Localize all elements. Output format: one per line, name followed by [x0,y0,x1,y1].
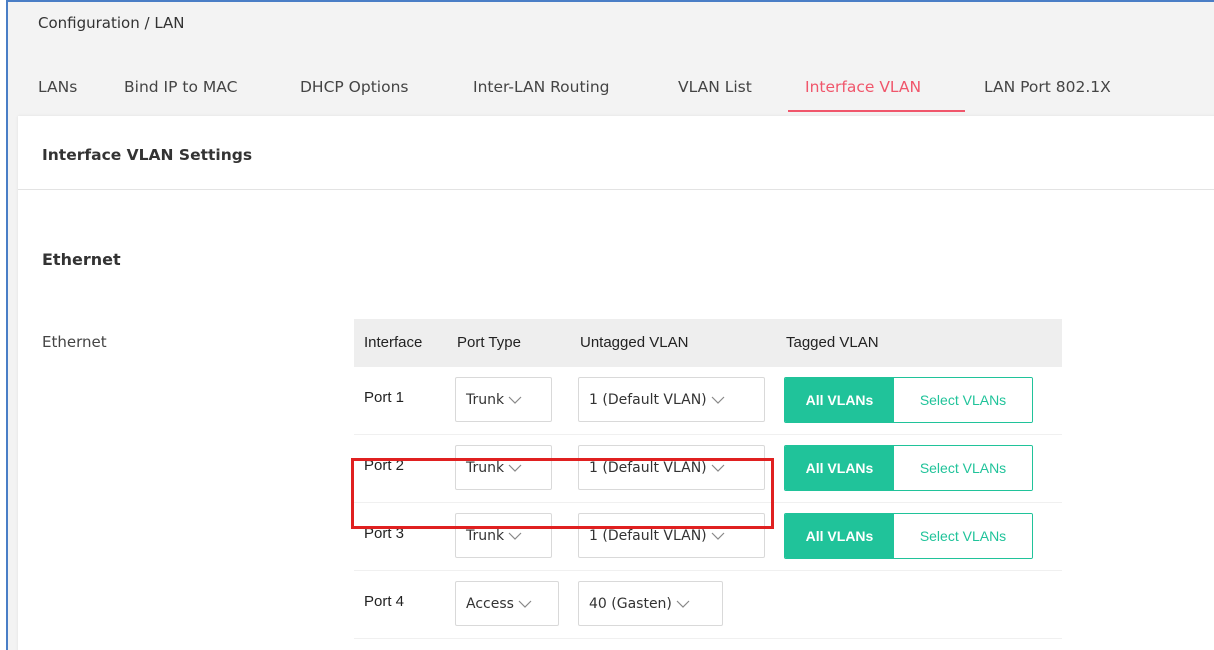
port-type-select[interactable]: Trunk [455,377,552,422]
app-frame: Configuration / LAN LANs Bind IP to MAC … [6,0,1214,650]
card-title: Interface VLAN Settings [42,146,253,164]
all-vlans-button[interactable]: All VLANs [785,514,894,558]
field-label-ethernet: Ethernet [42,333,107,351]
column-header-port-type: Port Type [457,334,521,351]
column-header-interface: Interface [364,334,423,351]
tab-lan-port-8021x[interactable]: LAN Port 802.1X [984,78,1111,96]
tab-interface-vlan[interactable]: Interface VLAN [805,78,921,96]
section-title: Ethernet [42,250,121,269]
tagged-vlan-toggle: All VLANs Select VLANs [784,513,1033,559]
column-header-tagged-vlan: Tagged VLAN [786,334,879,351]
chevron-down-icon [508,396,522,404]
chevron-down-icon [508,532,522,540]
untagged-vlan-value: 40 (Gasten) [589,595,672,612]
chevron-down-icon [711,396,725,404]
active-tab-indicator [788,110,965,112]
tab-lans[interactable]: LANs [38,78,77,96]
untagged-vlan-select[interactable]: 1 (Default VLAN) [578,377,765,422]
column-header-untagged-vlan: Untagged VLAN [580,334,689,351]
port-type-value: Trunk [466,391,505,408]
interface-name: Port 1 [364,389,405,406]
all-vlans-button[interactable]: All VLANs [785,378,894,422]
port-type-value: Access [466,595,514,612]
table-row: Port 4 Access 40 (Gasten) [354,571,1062,639]
table-header: Interface Port Type Untagged VLAN Tagged… [354,319,1062,367]
untagged-vlan-value: 1 (Default VLAN) [589,527,707,544]
tagged-vlan-toggle: All VLANs Select VLANs [784,377,1033,423]
table-row: Port 1 Trunk 1 (Default VLAN) All VLANs … [354,367,1062,435]
settings-card: Interface VLAN Settings Ethernet Etherne… [18,116,1214,650]
chevron-down-icon [518,600,532,608]
tagged-vlan-toggle: All VLANs Select VLANs [784,445,1033,491]
port-type-select[interactable]: Access [455,581,559,626]
tab-bind-ip-to-mac[interactable]: Bind IP to MAC [124,78,237,96]
tab-vlan-list[interactable]: VLAN List [678,78,752,96]
select-vlans-button[interactable]: Select VLANs [894,514,1032,558]
breadcrumb: Configuration / LAN [38,14,185,32]
highlight-annotation [351,458,774,529]
select-vlans-button[interactable]: Select VLANs [894,446,1032,490]
chevron-down-icon [711,532,725,540]
all-vlans-button[interactable]: All VLANs [785,446,894,490]
untagged-vlan-select[interactable]: 40 (Gasten) [578,581,723,626]
interface-name: Port 4 [364,593,405,610]
select-vlans-button[interactable]: Select VLANs [894,378,1032,422]
card-divider [18,189,1214,190]
untagged-vlan-value: 1 (Default VLAN) [589,391,707,408]
chevron-down-icon [676,600,690,608]
tab-inter-lan-routing[interactable]: Inter-LAN Routing [473,78,610,96]
port-type-value: Trunk [466,527,505,544]
tab-dhcp-options[interactable]: DHCP Options [300,78,409,96]
tab-bar: LANs Bind IP to MAC DHCP Options Inter-L… [8,66,1214,116]
